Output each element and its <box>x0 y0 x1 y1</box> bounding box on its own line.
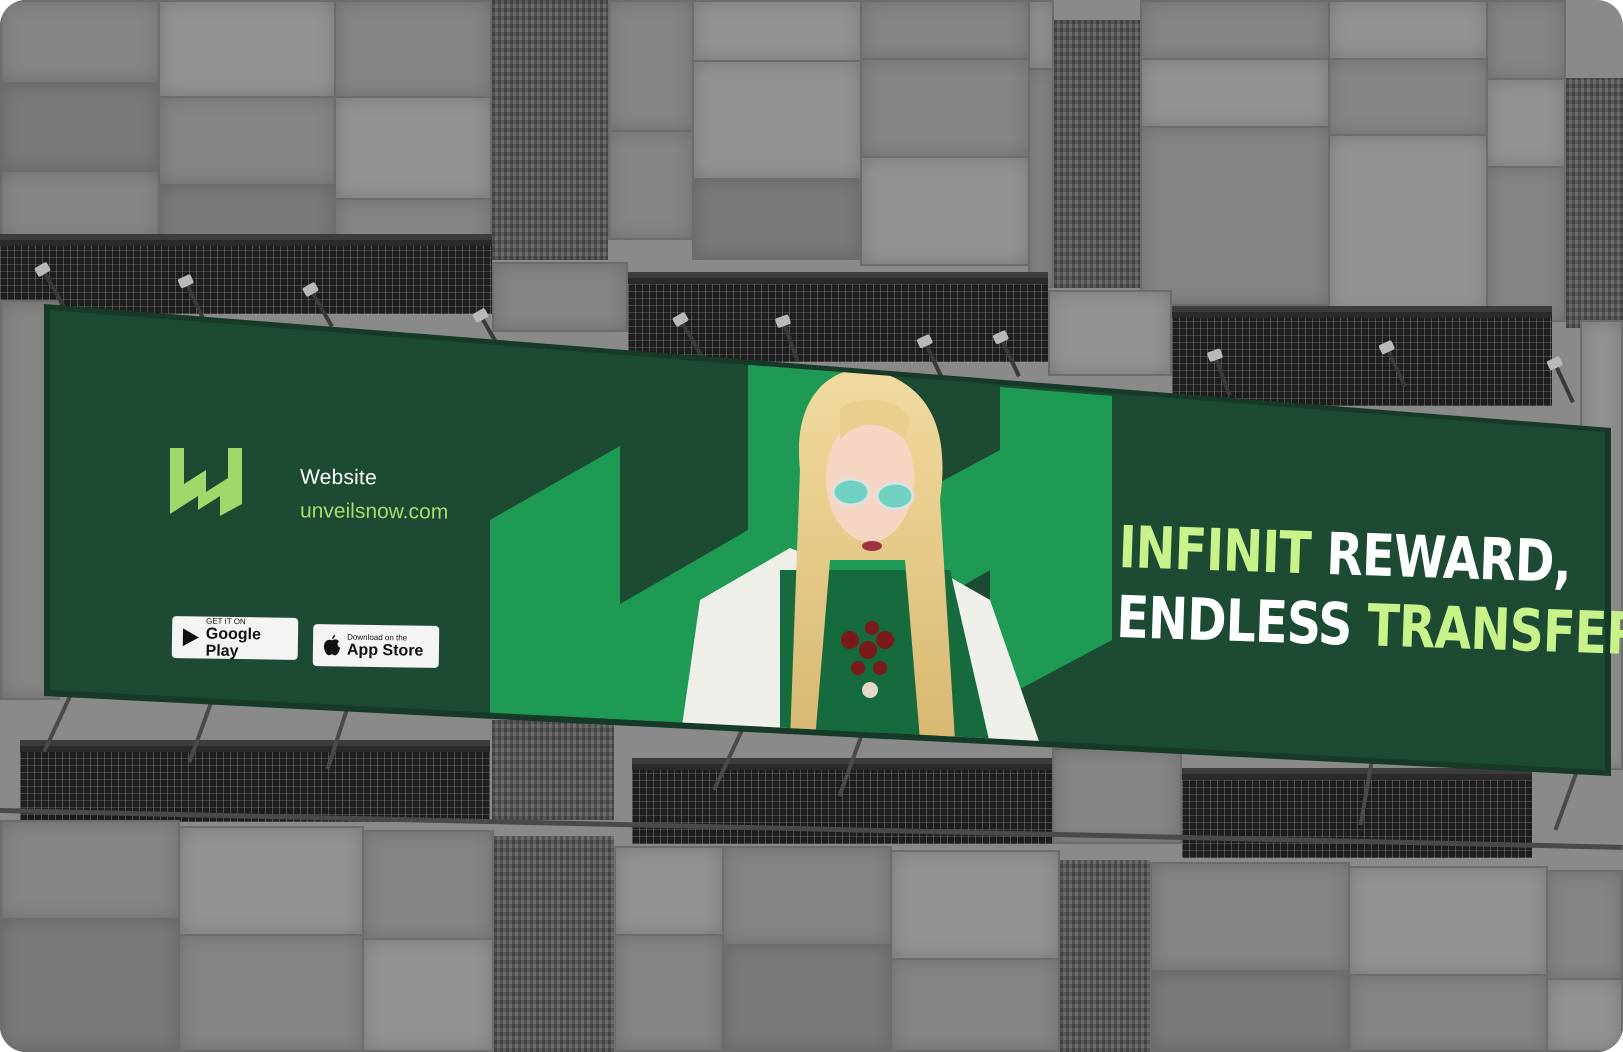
photo-frame: Website unveilsnow.com GET IT ON Google … <box>0 0 1623 1052</box>
billboard-banner <box>44 304 1611 776</box>
